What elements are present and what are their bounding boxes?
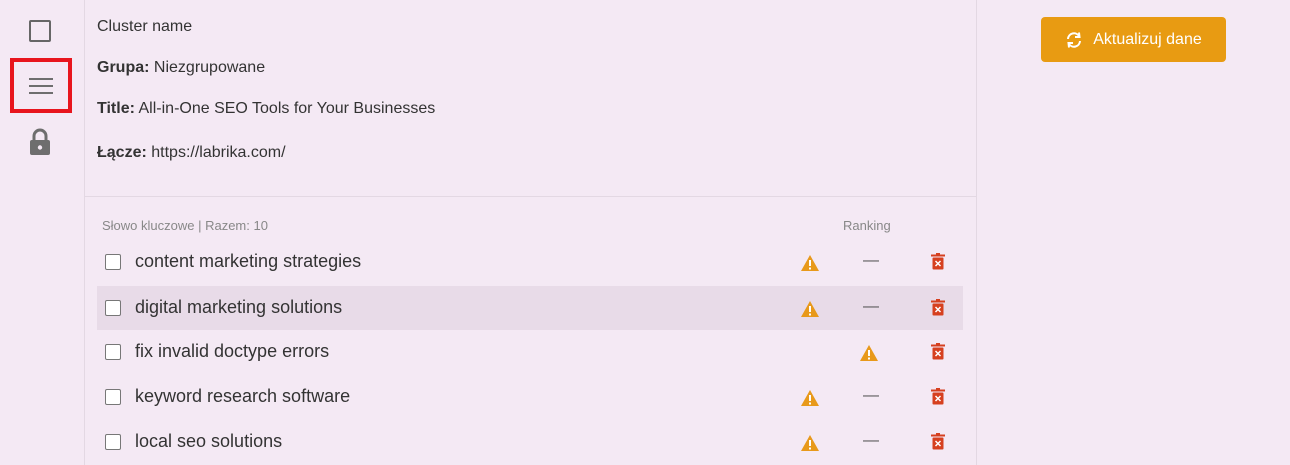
keyword-column-header: Słowo kluczowe | Razem: 10 (102, 218, 268, 233)
refresh-label: Aktualizuj dane (1093, 30, 1202, 48)
group-label: Grupa: (97, 59, 150, 76)
link-label: Łącze: (97, 144, 147, 161)
row-checkbox[interactable] (105, 389, 121, 405)
menu-button[interactable] (10, 58, 72, 113)
refresh-data-button[interactable]: Aktualizuj dane (1041, 17, 1226, 62)
warning-icon[interactable] (800, 254, 820, 272)
ranking-value: — (863, 387, 879, 404)
hamburger-menu-icon (29, 77, 53, 94)
keyword-text: content marketing strategies (135, 251, 362, 271)
keyword-text: local seo solutions (135, 431, 283, 451)
delete-icon[interactable] (931, 388, 945, 405)
keyword-row[interactable]: content marketing strategies — (97, 240, 963, 284)
warning-icon[interactable] (859, 344, 879, 362)
row-checkbox[interactable] (105, 300, 121, 316)
warning-icon[interactable] (800, 434, 820, 452)
refresh-icon (1067, 31, 1082, 48)
title-value: All-in-One SEO Tools for Your Businesses (138, 100, 436, 117)
cluster-name: Cluster name (97, 18, 193, 35)
cluster-panel: Cluster name Grupa: Niezgrupowane Title:… (85, 0, 977, 465)
select-checkbox-icon[interactable] (28, 19, 52, 43)
warning-icon[interactable] (800, 300, 820, 318)
row-checkbox[interactable] (105, 254, 121, 270)
ranking-column-header[interactable]: Ranking (843, 218, 891, 233)
group-value: Niezgrupowane (153, 59, 266, 76)
keyword-text: keyword research software (135, 386, 351, 406)
lock-icon[interactable] (28, 128, 52, 156)
keyword-row[interactable]: fix invalid doctype errors (97, 330, 963, 374)
group-line: Grupa: Niezgrupowane (97, 59, 265, 77)
ranking-value: — (863, 432, 879, 449)
link-value[interactable]: https://labrika.com/ (151, 144, 285, 161)
ranking-value: — (863, 252, 879, 269)
keyword-text: digital marketing solutions (135, 297, 343, 317)
title-label: Title: (97, 100, 135, 117)
keyword-row[interactable]: keyword research software — (97, 375, 963, 419)
keyword-text: fix invalid doctype errors (135, 341, 330, 361)
keyword-row[interactable]: digital marketing solutions — (97, 286, 963, 330)
ranking-value: — (863, 298, 879, 315)
link-line: Łącze: https://labrika.com/ (97, 144, 286, 162)
keyword-row[interactable]: local seo solutions — (97, 420, 963, 464)
warning-icon[interactable] (800, 389, 820, 407)
section-divider (85, 196, 976, 197)
row-checkbox[interactable] (105, 434, 121, 450)
title-line: Title: All-in-One SEO Tools for Your Bus… (97, 100, 435, 118)
delete-icon[interactable] (931, 299, 945, 316)
left-toolbar (0, 0, 85, 465)
row-checkbox[interactable] (105, 344, 121, 360)
delete-icon[interactable] (931, 433, 945, 450)
delete-icon[interactable] (931, 253, 945, 270)
delete-icon[interactable] (931, 343, 945, 360)
